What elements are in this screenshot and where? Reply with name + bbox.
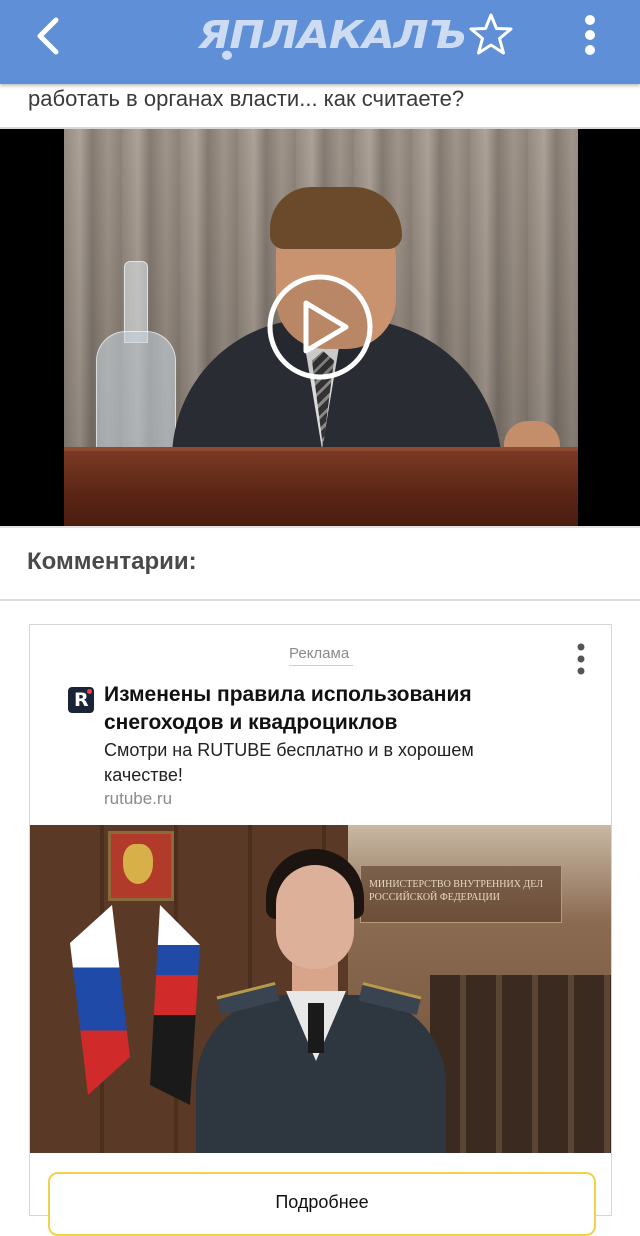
rutube-logo-icon: R <box>68 687 94 713</box>
divider <box>0 526 640 528</box>
ministry-sign: МИНИСТЕРСТВО ВНУТРЕННИХ ДЕЛ РОССИЙСКОЙ Ф… <box>360 865 562 923</box>
podium <box>64 451 578 526</box>
more-options-button[interactable] <box>572 10 608 60</box>
site-logo[interactable]: ЯПЛАКАЛЪ <box>198 12 467 60</box>
ad-title[interactable]: Изменены правила использования снегоходо… <box>104 681 594 737</box>
ad-image[interactable]: МИНИСТЕРСТВО ВНУТРЕННИХ ДЕЛ РОССИЙСКОЙ Ф… <box>30 825 611 1153</box>
ad-label: Реклама <box>289 645 350 662</box>
ad-options-button[interactable] <box>570 641 592 677</box>
water-carafe <box>96 261 176 453</box>
back-button[interactable] <box>26 12 74 60</box>
ad-domain[interactable]: rutube.ru <box>104 789 172 809</box>
play-circle-icon <box>267 274 373 380</box>
play-button[interactable] <box>266 273 374 381</box>
coat-of-arms <box>108 831 174 901</box>
logo-dot <box>222 50 232 60</box>
post-title-text: работать в органах власти... как считает… <box>28 86 465 111</box>
video-player[interactable] <box>0 129 640 526</box>
app-header: ЯПЛАКАЛЪ <box>0 0 640 84</box>
logo-text: ЯПЛАКАЛЪ <box>198 12 467 58</box>
star-outline-icon <box>469 13 513 55</box>
more-vertical-icon <box>585 15 595 55</box>
ad-description: Смотри на RUTUBE бесплатно и в хорошем к… <box>104 740 474 785</box>
ad-card[interactable]: Реклама R Изменены правила использования… <box>29 624 612 1236</box>
divider <box>0 599 640 601</box>
favorite-button[interactable] <box>466 10 516 60</box>
more-vertical-icon <box>577 643 585 675</box>
chevron-left-icon <box>37 17 59 55</box>
ad-cta-button[interactable]: Подробнее <box>48 1172 596 1236</box>
comments-heading: Комментарии: <box>27 548 197 575</box>
